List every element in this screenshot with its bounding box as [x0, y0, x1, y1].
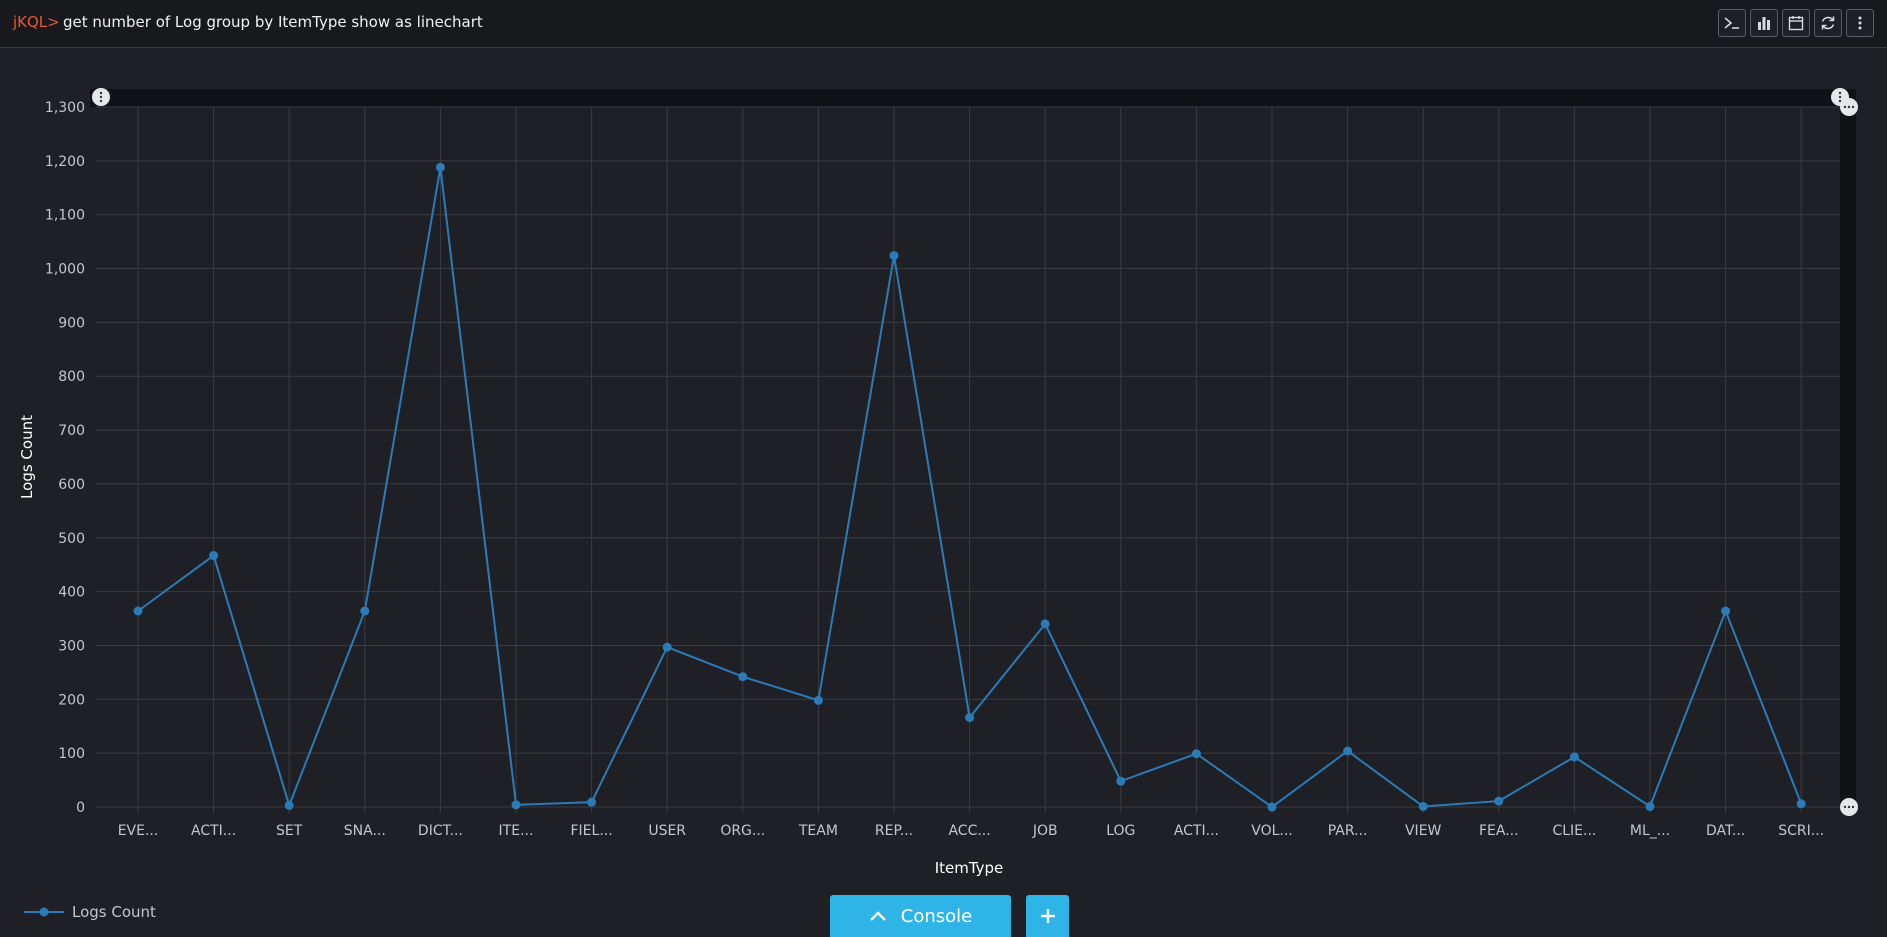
y-tick-label: 700 [58, 423, 85, 439]
data-point[interactable] [435, 162, 445, 172]
data-point[interactable] [889, 251, 899, 261]
kebab-menu-icon [1858, 16, 1862, 30]
x-tick-label: ITE... [499, 823, 534, 839]
data-point[interactable] [284, 800, 294, 810]
terminal-button[interactable] [1718, 9, 1746, 37]
y-tick-label: 600 [58, 477, 85, 493]
x-tick-label: FIEL... [571, 823, 613, 839]
add-button[interactable] [1026, 895, 1069, 937]
data-point[interactable] [209, 551, 219, 561]
y-tick-label: 900 [58, 315, 85, 331]
data-point[interactable] [1721, 606, 1731, 616]
data-point[interactable] [1267, 802, 1277, 812]
x-tick-label: VOL... [1251, 823, 1293, 839]
data-point[interactable] [587, 797, 597, 807]
x-tick-label: PAR... [1328, 823, 1368, 839]
data-point[interactable] [1343, 746, 1353, 756]
y-tick-label: 200 [58, 692, 85, 708]
x-tick-label: ACTI... [191, 823, 236, 839]
legend-line-marker [24, 907, 64, 917]
x-tick-label: LOG [1106, 823, 1135, 839]
data-point[interactable] [1494, 796, 1504, 806]
legend-label: Logs Count [72, 903, 156, 921]
zoom-handle-top[interactable] [1840, 98, 1858, 116]
data-point[interactable] [662, 642, 672, 652]
x-tick-label: DICT... [418, 823, 463, 839]
console-button[interactable]: Console [830, 895, 1011, 937]
x-tick-label: SCRI... [1778, 823, 1824, 839]
calendar-icon [1788, 16, 1804, 31]
y-tick-label: 500 [58, 531, 85, 547]
calendar-button[interactable] [1782, 9, 1810, 37]
data-point[interactable] [133, 606, 143, 616]
jkql-prompt: jKQL> [13, 13, 60, 31]
y-tick-label: 100 [58, 746, 85, 762]
data-point[interactable] [1645, 801, 1655, 811]
query-bar: jKQL> get number of Log group by ItemTyp… [0, 0, 1887, 48]
chart-right-strip [1840, 89, 1856, 807]
data-point[interactable] [1040, 619, 1050, 629]
more-options-button[interactable] [1846, 9, 1874, 37]
data-point[interactable] [1116, 776, 1126, 786]
data-point[interactable] [360, 606, 370, 616]
x-tick-label: ORG... [720, 823, 765, 839]
zoom-handle-bottom[interactable] [1840, 798, 1858, 816]
refresh-icon [1821, 16, 1835, 30]
refresh-button[interactable] [1814, 9, 1842, 37]
x-tick-label: VIEW [1405, 823, 1442, 839]
y-tick-label: 1,300 [45, 100, 85, 116]
x-tick-label: DAT... [1706, 823, 1745, 839]
line-chart: 0 100 200 300 400 500 600 700 800 900 1,000 1,100 1,… [18, 88, 1858, 877]
x-tick-label: CLIE... [1552, 823, 1596, 839]
toolbar [1718, 9, 1874, 37]
resize-handle-top-left[interactable] [92, 88, 110, 106]
x-tick-label: REP... [875, 823, 913, 839]
x-tick-label: JOB [1032, 823, 1058, 839]
y-tick-label: 1,000 [45, 262, 85, 278]
bar-chart-icon [1758, 17, 1770, 30]
x-tick-label: SET [276, 823, 303, 839]
x-axis-label: ItemType [935, 859, 1004, 877]
query-text[interactable]: get number of Log group by ItemType show… [63, 13, 483, 31]
plus-icon [1040, 909, 1055, 923]
data-point[interactable] [511, 800, 521, 810]
y-axis-label: Logs Count [18, 415, 36, 499]
data-point[interactable] [1418, 801, 1428, 811]
data-point[interactable] [738, 672, 748, 682]
data-point[interactable] [813, 695, 823, 705]
y-tick-label: 400 [58, 585, 85, 601]
chart-legend[interactable]: Logs Count [24, 903, 156, 921]
x-tick-label: ACTI... [1174, 823, 1219, 839]
x-tick-label: ACC... [948, 823, 990, 839]
y-tick-label: 1,100 [45, 208, 85, 224]
data-point[interactable] [1796, 799, 1806, 809]
terminal-icon [1724, 17, 1739, 29]
y-tick-label: 1,200 [45, 154, 85, 170]
x-tick-label: SNA... [344, 823, 386, 839]
y-tick-label: 300 [58, 638, 85, 654]
x-tick-label: FEA... [1479, 823, 1519, 839]
x-tick-label: TEAM [798, 823, 838, 839]
data-point[interactable] [965, 713, 975, 723]
x-tick-label: EVE... [118, 823, 159, 839]
chevron-up-icon [869, 911, 886, 921]
x-tick-label: USER [648, 823, 686, 839]
console-label: Console [900, 905, 973, 927]
data-point[interactable] [1569, 752, 1579, 762]
y-tick-label: 800 [58, 369, 85, 385]
bar-chart-button[interactable] [1750, 9, 1778, 37]
y-tick-label: 0 [76, 800, 85, 816]
x-tick-label: ML_... [1630, 823, 1670, 839]
chart-top-strip [90, 89, 1840, 107]
data-point[interactable] [1191, 749, 1201, 759]
